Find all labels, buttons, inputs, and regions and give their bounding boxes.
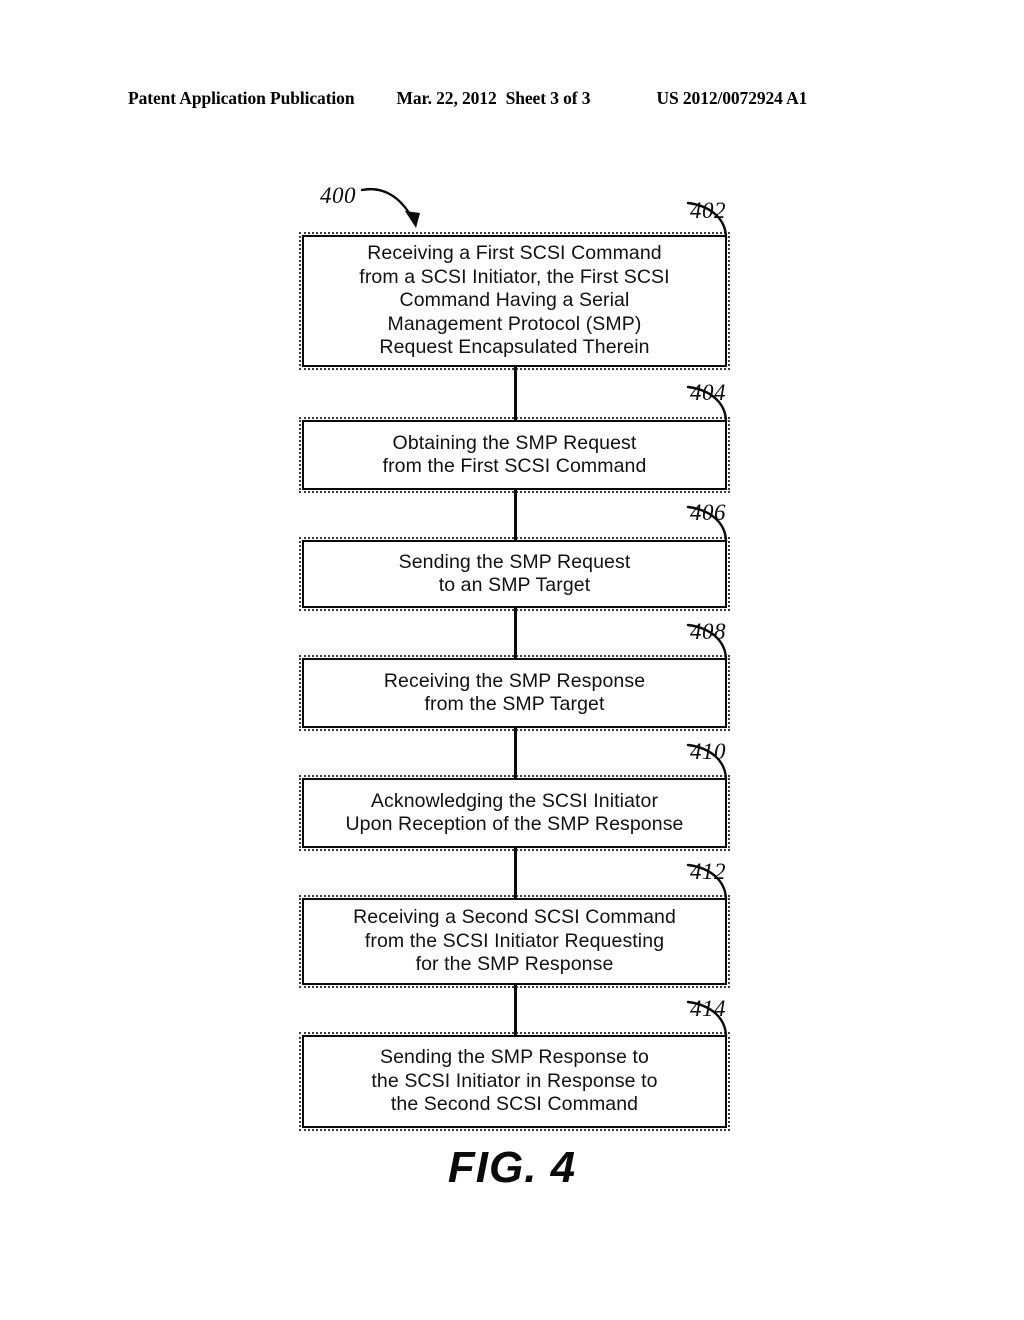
process-box-402-label: Receiving a First SCSI Command from a SC… bbox=[359, 242, 670, 359]
process-box-410[interactable]: Acknowledging the SCSI Initiator Upon Re… bbox=[299, 775, 730, 851]
flow-arrow-icon bbox=[360, 187, 420, 228]
ref-number-402: 402 bbox=[690, 198, 726, 223]
process-box-412[interactable]: Receiving a Second SCSI Command from the… bbox=[299, 895, 730, 988]
ref-number-408: 408 bbox=[690, 619, 726, 644]
ref-number-412: 412 bbox=[690, 859, 726, 884]
process-box-404-label: Obtaining the SMP Request from the First… bbox=[382, 431, 647, 478]
process-box-406-label: Sending the SMP Request to an SMP Target bbox=[398, 550, 631, 597]
connector-410-412 bbox=[514, 848, 517, 898]
process-box-410-label: Acknowledging the SCSI Initiator Upon Re… bbox=[345, 789, 684, 836]
process-box-414[interactable]: Sending the SMP Response to the SCSI Ini… bbox=[299, 1032, 730, 1131]
ref-number-406: 406 bbox=[690, 500, 726, 525]
ref-number-404: 404 bbox=[690, 380, 726, 405]
flowchart-figure: 400 Receiving a First SCSI Command from … bbox=[0, 0, 1024, 1320]
process-box-406[interactable]: Sending the SMP Request to an SMP Target bbox=[299, 537, 730, 611]
process-box-414-label: Sending the SMP Response to the SCSI Ini… bbox=[371, 1046, 658, 1116]
connector-408-410 bbox=[514, 728, 517, 778]
connector-406-408 bbox=[514, 608, 517, 658]
ref-number-410: 410 bbox=[690, 739, 726, 764]
process-box-408-label: Receiving the SMP Response from the SMP … bbox=[383, 669, 646, 716]
connector-402-404 bbox=[514, 367, 517, 420]
connector-412-414 bbox=[514, 985, 517, 1035]
process-box-412-label: Receiving a Second SCSI Command from the… bbox=[353, 906, 676, 976]
connector-404-406 bbox=[514, 490, 517, 540]
figure-caption: FIG. 4 bbox=[447, 1143, 577, 1192]
ref-number-414: 414 bbox=[690, 996, 726, 1021]
process-box-404[interactable]: Obtaining the SMP Request from the First… bbox=[299, 417, 730, 493]
process-box-402[interactable]: Receiving a First SCSI Command from a SC… bbox=[299, 232, 730, 370]
flow-label-400: 400 bbox=[320, 183, 356, 208]
process-box-408[interactable]: Receiving the SMP Response from the SMP … bbox=[299, 655, 730, 731]
